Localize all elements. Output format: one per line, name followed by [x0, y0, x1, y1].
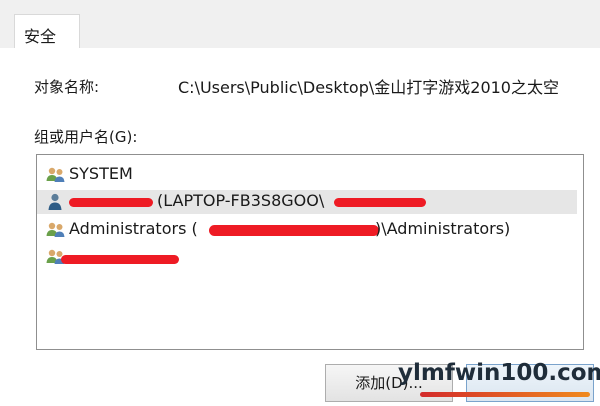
security-panel: 对象名称: C:\Users\Public\Desktop\金山打字游戏2010…	[0, 48, 600, 406]
permissions-dialog: 安全 对象名称: C:\Users\Public\Desktop\金山打字游戏2…	[0, 0, 600, 406]
object-name-value: C:\Users\Public\Desktop\金山打字游戏2010之太空	[178, 78, 559, 97]
list-item[interactable]: Administrators ( )\Administrators)	[37, 218, 577, 242]
group-users-icon	[45, 220, 67, 240]
object-name-label: 对象名称:	[34, 78, 100, 96]
list-item-label-tail: )\Administrators)	[375, 219, 511, 238]
list-item-label: (LAPTOP-FB3S8GOO\	[157, 191, 325, 210]
list-item-label: SYSTEM	[69, 164, 133, 183]
redaction-mark	[334, 198, 426, 207]
watermark-text: ylmfwin100.com	[398, 360, 600, 386]
tab-security-label: 安全	[24, 27, 57, 46]
list-item[interactable]	[37, 245, 577, 269]
list-item[interactable]: SYSTEM	[37, 163, 577, 187]
redaction-mark	[69, 198, 153, 207]
group-user-label: 组或用户名(G):	[34, 128, 138, 146]
tab-strip: 安全	[0, 0, 600, 49]
redaction-mark	[61, 255, 179, 264]
watermark-underline	[420, 392, 590, 397]
group-user-listbox[interactable]: SYSTEM (LAPTOP-FB3S8GOO\ Administrators …	[36, 154, 584, 350]
user-icon	[45, 192, 67, 212]
group-users-icon	[45, 165, 67, 185]
list-item-label: Administrators (	[69, 219, 198, 238]
list-item-selected[interactable]: (LAPTOP-FB3S8GOO\	[37, 190, 577, 214]
redaction-mark	[209, 225, 379, 236]
tab-security[interactable]: 安全	[14, 14, 80, 48]
